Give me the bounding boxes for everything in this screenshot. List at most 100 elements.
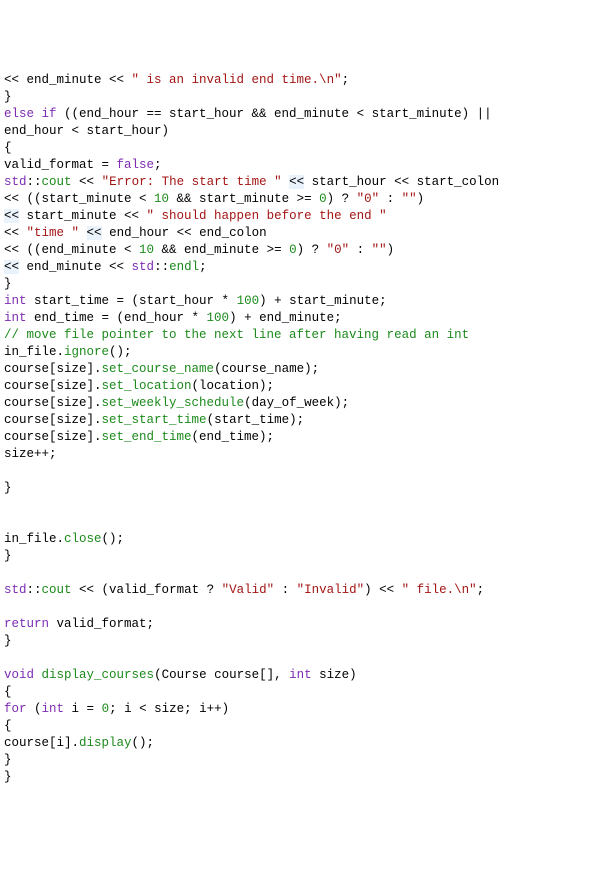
code-token: }	[4, 549, 12, 563]
code-block: << end_minute << " is an invalid end tim…	[4, 72, 599, 786]
code-line: course[i].display();	[4, 735, 599, 752]
code-token: << ((end_minute <	[4, 243, 139, 257]
code-token: "time "	[27, 226, 80, 240]
code-token: ) ?	[327, 192, 357, 206]
code-token: " is an invalid end time.\n"	[132, 73, 342, 87]
code-token: ;	[342, 73, 350, 87]
code-token: <<	[289, 175, 304, 189]
code-line: << start_minute << " should happen befor…	[4, 208, 599, 225]
code-line: size++;	[4, 446, 599, 463]
code-line: for (int i = 0; i < size; i++)	[4, 701, 599, 718]
code-line	[4, 565, 599, 582]
code-token: size)	[312, 668, 357, 682]
code-token: cout	[42, 175, 72, 189]
code-token: "0"	[327, 243, 350, 257]
code-line: void display_courses(Course course[], in…	[4, 667, 599, 684]
code-line: {	[4, 140, 599, 157]
code-token: " file.\n"	[402, 583, 477, 597]
code-token: "Invalid"	[297, 583, 365, 597]
code-token: "0"	[357, 192, 380, 206]
code-token: 0	[102, 702, 110, 716]
code-token: start_hour << start_colon	[304, 175, 499, 189]
code-token: 100	[207, 311, 230, 325]
code-token: size++;	[4, 447, 57, 461]
code-token: set_course_name	[102, 362, 215, 376]
code-token: ""	[402, 192, 417, 206]
code-line: int end_time = (end_hour * 100) + end_mi…	[4, 310, 599, 327]
code-token: ) <<	[364, 583, 402, 597]
code-token: in_file.	[4, 532, 64, 546]
code-token: ();	[132, 736, 155, 750]
code-token: int	[4, 294, 27, 308]
code-line: return valid_format;	[4, 616, 599, 633]
code-line: course[size].set_course_name(course_name…	[4, 361, 599, 378]
code-token: }	[4, 753, 12, 767]
code-token: 10	[154, 192, 169, 206]
code-line: }	[4, 633, 599, 650]
code-token: end_hour << end_colon	[102, 226, 267, 240]
code-token: std	[132, 260, 155, 274]
code-line	[4, 463, 599, 480]
code-token: set_start_time	[102, 413, 207, 427]
code-token: i =	[64, 702, 102, 716]
code-line: << end_minute << std::endl;	[4, 259, 599, 276]
code-line: }	[4, 89, 599, 106]
code-token: ;	[199, 260, 207, 274]
code-token: }	[4, 277, 12, 291]
code-token: "Error: The start time "	[102, 175, 282, 189]
code-token: ();	[109, 345, 132, 359]
code-line: }	[4, 548, 599, 565]
code-token: course[size].	[4, 396, 102, 410]
code-line: // move file pointer to the next line af…	[4, 327, 599, 344]
code-token: <<	[4, 260, 19, 274]
code-token: {	[4, 685, 12, 699]
code-token: for	[4, 702, 27, 716]
code-line: end_hour < start_hour)	[4, 123, 599, 140]
code-token: void	[4, 668, 34, 682]
code-line: course[size].set_weekly_schedule(day_of_…	[4, 395, 599, 412]
code-line: }	[4, 769, 599, 786]
code-token: end_hour < start_hour)	[4, 124, 169, 138]
code-line: course[size].set_end_time(end_time);	[4, 429, 599, 446]
code-token: 10	[139, 243, 154, 257]
code-token: std	[4, 583, 27, 597]
code-token: in_file.	[4, 345, 64, 359]
code-token: std	[4, 175, 27, 189]
code-line: }	[4, 276, 599, 293]
code-token: end_minute <<	[19, 260, 132, 274]
code-token: valid_format;	[49, 617, 154, 631]
code-token: }	[4, 90, 12, 104]
code-token: ;	[477, 583, 485, 597]
code-line: valid_format = false;	[4, 157, 599, 174]
code-token: ; i < size; i++)	[109, 702, 229, 716]
code-token: return	[4, 617, 49, 631]
code-token: display	[79, 736, 132, 750]
code-token: <<	[87, 226, 102, 240]
code-token: 0	[319, 192, 327, 206]
code-token: ::	[154, 260, 169, 274]
code-token: valid_format =	[4, 158, 117, 172]
code-token: (end_time);	[192, 430, 275, 444]
code-token: <<	[4, 209, 19, 223]
code-line: int start_time = (start_hour * 100) + st…	[4, 293, 599, 310]
code-token: << end_minute <<	[4, 73, 132, 87]
code-line: }	[4, 752, 599, 769]
code-token: << (valid_format ?	[72, 583, 222, 597]
code-token: :	[349, 243, 372, 257]
code-token: ) + start_minute;	[259, 294, 387, 308]
code-line: std::cout << "Error: The start time " <<…	[4, 174, 599, 191]
code-token: "Valid"	[222, 583, 275, 597]
code-line: std::cout << (valid_format ? "Valid" : "…	[4, 582, 599, 599]
code-token: int	[4, 311, 27, 325]
code-token: set_weekly_schedule	[102, 396, 245, 410]
code-token: && start_minute >=	[169, 192, 319, 206]
code-line: course[size].set_start_time(start_time);	[4, 412, 599, 429]
code-token: end_time = (end_hour *	[27, 311, 207, 325]
code-token: false	[117, 158, 155, 172]
code-line: << ((end_minute < 10 && end_minute >= 0)…	[4, 242, 599, 259]
code-token	[282, 175, 290, 189]
code-line: {	[4, 718, 599, 735]
code-token: set_end_time	[102, 430, 192, 444]
code-token: ;	[154, 158, 162, 172]
code-token: " should happen before the end "	[147, 209, 387, 223]
